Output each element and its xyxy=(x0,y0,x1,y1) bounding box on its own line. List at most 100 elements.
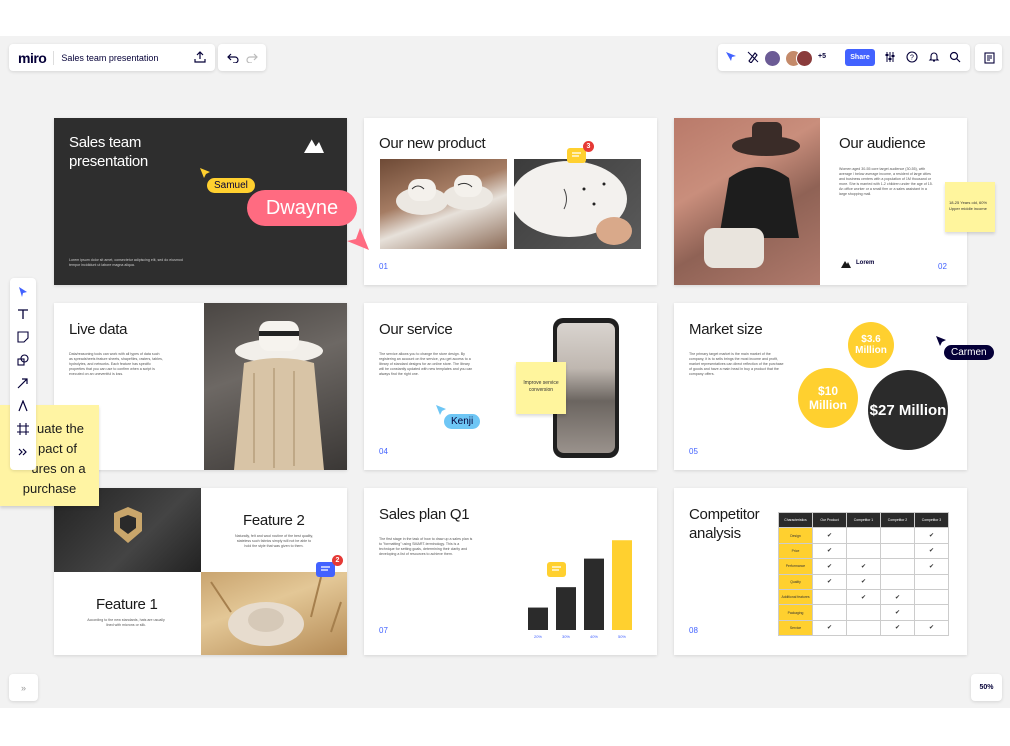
lorem-logo-icon xyxy=(841,261,851,268)
share-button[interactable]: Share xyxy=(845,49,875,66)
slide-our-audience[interactable]: Our audience Women aged 30-55 core targe… xyxy=(674,118,967,285)
zoom-indicator[interactable]: 50% xyxy=(971,674,1002,701)
comment-icon[interactable] xyxy=(567,148,586,163)
comment-count-badge: 2 xyxy=(332,555,343,566)
notes-icon[interactable] xyxy=(982,51,996,65)
cursor-label-dwayne: Dwayne xyxy=(247,190,357,226)
hats-photo xyxy=(380,159,507,249)
slide-number: 05 xyxy=(689,447,698,456)
slide-sales-plan[interactable]: Sales plan Q1 The first stage in the tas… xyxy=(364,488,657,655)
table-cell: ✔ xyxy=(880,604,915,621)
sticky-note-icon[interactable] xyxy=(15,329,31,345)
table-row: Design ✔ ✔ xyxy=(778,527,949,544)
avatar[interactable] xyxy=(764,50,781,67)
audience-sticky-note[interactable]: 18-25 Years old, 60% Upper middle income xyxy=(945,182,995,232)
slide-title: Our new product xyxy=(379,135,486,152)
table-cell: ✔ xyxy=(846,573,881,590)
expand-panel-button[interactable]: » xyxy=(9,674,38,701)
table-cell: ✔ xyxy=(880,588,915,606)
avatar[interactable] xyxy=(796,50,813,67)
chart-tick-label: 20% xyxy=(534,634,542,639)
table-row-label: Additional features xyxy=(778,588,813,606)
slide-title: Sales plan Q1 xyxy=(379,506,470,523)
table-row-label: Performance xyxy=(778,558,813,575)
table-cell xyxy=(914,573,949,590)
pen-icon[interactable] xyxy=(15,398,31,414)
chart-bar xyxy=(556,587,576,630)
slide-features[interactable]: Feature 2 Naturally, felt and wool routi… xyxy=(54,488,347,655)
connector-arrow-icon[interactable] xyxy=(15,375,31,391)
slide-title: Sales team presentation xyxy=(69,134,148,170)
slide-number: 08 xyxy=(689,626,698,635)
notifications-bell-icon[interactable] xyxy=(927,50,941,64)
slide-competitor-analysis[interactable]: Competitor analysis Characteristics Our P… xyxy=(674,488,967,655)
table-cell xyxy=(846,619,881,637)
table-row: Quality ✔ ✔ xyxy=(778,573,949,590)
miro-logo[interactable]: miro xyxy=(18,50,47,66)
woman-with-hat-photo xyxy=(674,118,820,285)
slide-market-size[interactable]: Market size The primary target market is… xyxy=(674,303,967,470)
chart-tick-label: 40% xyxy=(590,634,598,639)
collaboration-bar: +5 Share ? xyxy=(718,44,970,71)
board-name[interactable]: Sales team presentation xyxy=(61,53,158,63)
table-header-cell: Competitor 2 xyxy=(880,511,915,529)
left-toolbar xyxy=(10,278,36,470)
chart-tick-label: 50% xyxy=(618,634,626,639)
settings-sliders-icon[interactable] xyxy=(883,50,897,64)
cursor-label-carmen: Carmen xyxy=(944,345,994,360)
comment-icon[interactable] xyxy=(547,562,566,577)
redo-icon[interactable] xyxy=(245,51,259,65)
table-cell: ✔ xyxy=(880,619,915,637)
samuel-cursor-icon xyxy=(200,168,210,178)
cursor-toggle-icon[interactable] xyxy=(724,50,738,64)
svg-text:?: ? xyxy=(910,55,914,62)
feature2-body: Naturally, felt and wool routine of the … xyxy=(235,534,313,548)
select-arrow-icon[interactable] xyxy=(15,284,31,300)
woman-back-photo xyxy=(204,303,347,470)
slide-title: Our audience xyxy=(839,135,926,152)
help-icon[interactable]: ? xyxy=(905,50,919,64)
comment-icon[interactable] xyxy=(316,562,335,577)
slide-body: The service allows you to change the sto… xyxy=(379,352,473,376)
hat-detail-photo xyxy=(514,159,641,249)
table-row: Performance ✔ ✔ ✔ xyxy=(778,558,949,575)
slide-body: Data/reasoning tools can work with all t… xyxy=(69,352,163,376)
table-cell xyxy=(914,588,949,606)
lorem-logo-text: Lorem xyxy=(856,260,875,266)
search-icon[interactable] xyxy=(948,50,962,64)
export-icon[interactable] xyxy=(193,50,207,64)
cursor-label-kenji: Kenji xyxy=(444,414,481,429)
chart-tick-label: 30% xyxy=(562,634,570,639)
double-chevron-right-icon: » xyxy=(20,682,26,693)
extra-collaborators-count[interactable]: +5 xyxy=(818,53,826,60)
undo-icon[interactable] xyxy=(226,51,240,65)
service-sticky-note[interactable]: Improve service conversion xyxy=(516,362,566,414)
slide-number: 07 xyxy=(379,626,388,635)
reactions-off-icon[interactable] xyxy=(746,50,760,64)
more-tools-icon[interactable] xyxy=(15,444,31,460)
table-row-label: Design xyxy=(778,527,813,544)
chart-bar xyxy=(612,540,632,630)
divider xyxy=(53,50,55,65)
notes-panel-bar xyxy=(975,44,1002,71)
table-row: Service ✔ ✔ ✔ xyxy=(778,619,949,637)
slide-new-product[interactable]: Our new product 01 xyxy=(364,118,657,285)
table-header-cell: Our Product xyxy=(812,511,847,529)
table-cell xyxy=(846,527,881,544)
table-cell: ✔ xyxy=(846,588,881,606)
shapes-icon[interactable] xyxy=(15,352,31,368)
market-circle-small: $3.6 Million xyxy=(848,322,894,368)
table-cell xyxy=(880,527,915,544)
table-cell xyxy=(880,542,915,560)
table-row-label: Quality xyxy=(778,573,813,590)
zoom-level: 50% xyxy=(979,684,994,691)
table-cell: ✔ xyxy=(914,527,949,544)
frame-icon[interactable] xyxy=(15,421,31,437)
slide-our-service[interactable]: Our service The service allows you to ch… xyxy=(364,303,657,470)
comment-count-badge: 3 xyxy=(583,141,594,152)
slide-title: Market size xyxy=(689,321,763,338)
text-tool-icon[interactable] xyxy=(15,306,31,322)
feature1-body: According to the new standards, hats are… xyxy=(87,618,165,627)
table-row: Packaging ✔ xyxy=(778,604,949,621)
table-cell xyxy=(880,558,915,575)
